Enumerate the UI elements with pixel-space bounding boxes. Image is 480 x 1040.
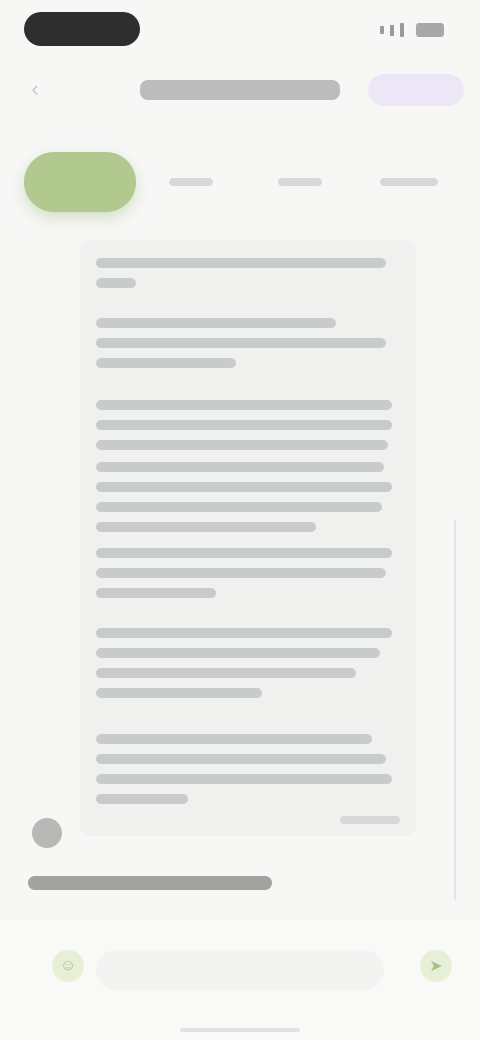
status-bar <box>0 0 480 60</box>
dynamic-island <box>24 12 140 46</box>
page-title <box>140 78 340 102</box>
tab-3[interactable] <box>245 152 354 212</box>
paragraph <box>96 628 396 708</box>
article-meta <box>340 816 400 824</box>
status-indicators <box>380 20 444 40</box>
tab-label-placeholder <box>380 178 439 186</box>
paragraph <box>96 400 396 460</box>
signal-bar <box>390 24 394 36</box>
paragraph <box>96 734 396 814</box>
chevron-left-icon[interactable]: ‹ <box>24 78 46 100</box>
emoji-icon[interactable]: ☺ <box>52 950 84 982</box>
paragraph <box>96 462 396 542</box>
paragraph <box>96 258 396 298</box>
header-action-button[interactable] <box>368 74 464 106</box>
signal-icon <box>380 26 384 34</box>
send-icon[interactable]: ➤ <box>420 950 452 982</box>
tab-label-placeholder <box>277 178 322 186</box>
message-input[interactable] <box>96 950 384 990</box>
scrollbar[interactable] <box>454 520 456 900</box>
tab-4[interactable] <box>355 152 464 212</box>
avatar[interactable] <box>32 818 62 848</box>
paragraph <box>96 548 396 608</box>
signal-bar <box>400 23 404 37</box>
tab-1[interactable] <box>24 152 136 212</box>
home-indicator[interactable] <box>180 1028 300 1032</box>
bottom-input-bar: ☺ ➤ <box>0 920 480 1040</box>
tab-2[interactable] <box>136 152 245 212</box>
tab-label-placeholder <box>168 178 213 186</box>
article-card <box>80 240 416 836</box>
tab-bar <box>24 146 464 218</box>
battery-icon <box>416 23 444 37</box>
paragraph <box>96 318 396 378</box>
